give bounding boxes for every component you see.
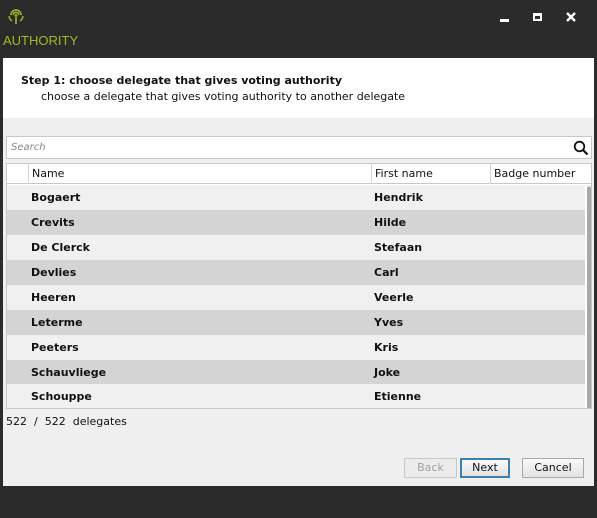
- cell-name: Devlies: [31, 266, 77, 279]
- minimize-icon: [500, 19, 509, 22]
- search-box: [6, 136, 592, 159]
- column-header-badge-number[interactable]: Badge number: [490, 164, 591, 184]
- title-bar: AUTHORITY: [0, 0, 597, 56]
- vertical-scrollbar[interactable]: [587, 185, 591, 408]
- cell-name: Heeren: [31, 291, 76, 304]
- step-title: Step 1: choose delegate that gives votin…: [21, 74, 343, 87]
- cell-name: Leterme: [31, 316, 83, 329]
- back-button[interactable]: Back: [404, 458, 457, 478]
- delegate-count: 522 / 522 delegates: [6, 415, 127, 428]
- cell-name: Schauvliege: [31, 366, 107, 379]
- scrollbar-thumb[interactable]: [587, 187, 591, 408]
- cell-first-name: Veerle: [374, 291, 414, 304]
- table-row[interactable]: Leterme Yves: [7, 310, 585, 335]
- cell-first-name: Yves: [374, 316, 404, 329]
- cell-name: Bogaert: [31, 191, 81, 204]
- row-header-corner: [7, 164, 28, 184]
- step-subtitle: choose a delegate that gives voting auth…: [41, 90, 406, 103]
- maximize-button[interactable]: [528, 8, 548, 26]
- window-title: AUTHORITY: [3, 33, 79, 48]
- step-header: Step 1: choose delegate that gives votin…: [3, 58, 594, 118]
- cell-name: De Clerck: [31, 241, 90, 254]
- count-label: delegates: [72, 415, 127, 428]
- cell-name: Crevits: [31, 216, 75, 229]
- table-row[interactable]: Peeters Kris: [7, 335, 585, 360]
- cancel-button[interactable]: Cancel: [522, 458, 584, 478]
- shown-count: 522: [6, 415, 27, 428]
- maximize-icon: [533, 13, 542, 21]
- cell-first-name: Hendrik: [374, 191, 423, 204]
- dialog-content: Step 1: choose delegate that gives votin…: [3, 58, 594, 486]
- cell-first-name: Joke: [374, 366, 401, 379]
- table-row[interactable]: Heeren Veerle: [7, 285, 585, 310]
- minimize-button[interactable]: [495, 8, 515, 26]
- total-count: 522: [44, 415, 66, 428]
- column-header-first-name[interactable]: First name: [371, 164, 490, 184]
- cell-name: Schouppe: [31, 390, 92, 403]
- cell-first-name: Kris: [374, 341, 399, 354]
- count-separator: /: [34, 415, 38, 428]
- close-button[interactable]: [561, 8, 581, 26]
- table-header: Name First name Badge number: [7, 164, 591, 184]
- cell-first-name: Stefaan: [374, 241, 423, 254]
- close-icon: [566, 12, 576, 22]
- table-body: Bogaert Hendrik Crevits Hilde De Clerck …: [7, 185, 585, 408]
- next-button[interactable]: Next: [460, 458, 510, 478]
- cell-first-name: Hilde: [374, 216, 407, 229]
- cell-first-name: Carl: [374, 266, 399, 279]
- column-header-name[interactable]: Name: [28, 164, 371, 184]
- search-input[interactable]: [11, 140, 551, 155]
- table-row[interactable]: Schauvliege Joke: [7, 360, 585, 385]
- table-row[interactable]: De Clerck Stefaan: [7, 235, 585, 260]
- cell-first-name: Etienne: [374, 390, 422, 403]
- broadcast-icon: [8, 9, 24, 24]
- cell-name: Peeters: [31, 341, 79, 354]
- table-row[interactable]: Bogaert Hendrik: [7, 185, 585, 210]
- delegates-table: Name First name Badge number Bogaert Hen…: [6, 163, 592, 409]
- table-row[interactable]: Devlies Carl: [7, 260, 585, 285]
- search-icon[interactable]: [573, 140, 589, 156]
- table-row[interactable]: Schouppe Etienne: [7, 384, 585, 408]
- table-row[interactable]: Crevits Hilde: [7, 210, 585, 235]
